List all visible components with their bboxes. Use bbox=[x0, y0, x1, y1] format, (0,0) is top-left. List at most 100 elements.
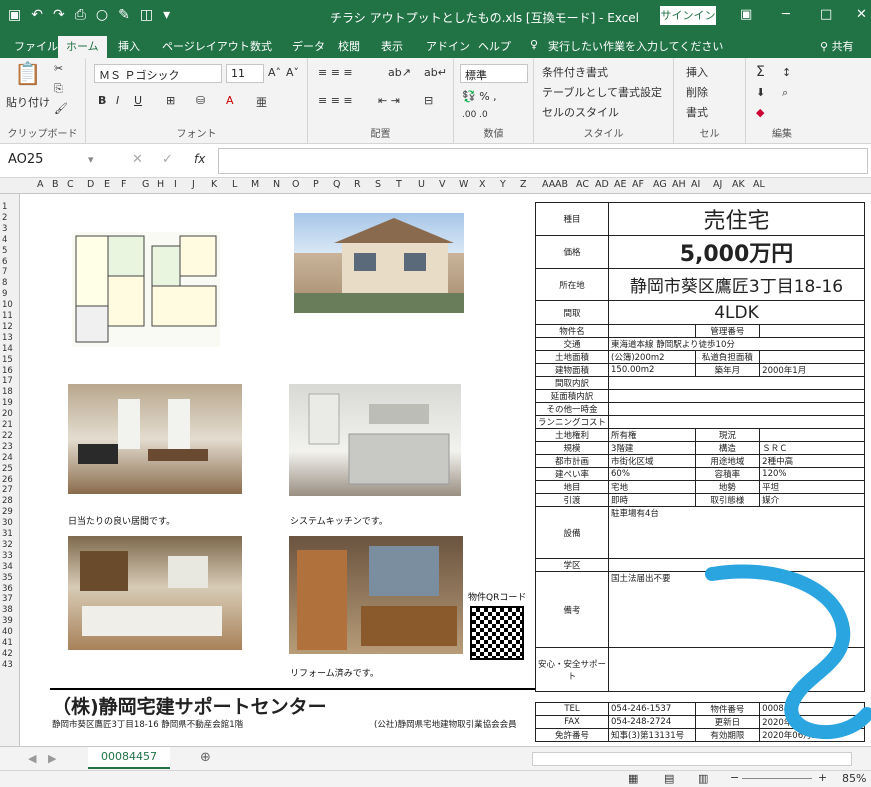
indent-icon[interactable]: ⇤ ⇥ bbox=[378, 94, 400, 107]
tab-file[interactable]: ファイル bbox=[14, 38, 58, 54]
column-header[interactable]: F bbox=[121, 179, 126, 190]
cancel-icon[interactable]: ✕ bbox=[132, 152, 143, 167]
share-button[interactable]: ⚲ 共有 bbox=[820, 38, 854, 54]
conditional-format-button[interactable]: 条件付き書式 bbox=[542, 64, 608, 80]
tab-insert[interactable]: 挿入 bbox=[118, 38, 140, 54]
circle-icon[interactable]: ○ bbox=[96, 7, 108, 23]
column-header[interactable]: W bbox=[459, 179, 468, 190]
enter-icon[interactable]: ✓ bbox=[162, 152, 173, 167]
column-header[interactable]: K bbox=[211, 179, 217, 190]
row-header[interactable]: 19 bbox=[2, 398, 13, 409]
row-header[interactable]: 31 bbox=[2, 529, 13, 540]
row-header[interactable]: 17 bbox=[2, 376, 13, 387]
column-header[interactable]: O bbox=[292, 179, 299, 190]
row-header[interactable]: 38 bbox=[2, 605, 13, 616]
column-header[interactable]: S bbox=[375, 179, 381, 190]
print-preview-icon[interactable]: ⎙ bbox=[75, 7, 86, 23]
zoom-out-icon[interactable]: − bbox=[730, 771, 739, 784]
format-as-table-button[interactable]: テーブルとして書式設定 bbox=[542, 84, 662, 100]
page-break-view-icon[interactable]: ▥ bbox=[698, 772, 708, 785]
border-icon[interactable]: ⊞ bbox=[166, 94, 175, 107]
column-header[interactable]: R bbox=[354, 179, 361, 190]
signin-button[interactable]: サインイン bbox=[660, 6, 716, 25]
column-header[interactable]: M bbox=[251, 179, 259, 190]
horizontal-scrollbar[interactable] bbox=[532, 752, 852, 766]
fill-icon[interactable]: ⬇ bbox=[756, 86, 765, 99]
column-header[interactable]: N bbox=[273, 179, 280, 190]
row-header[interactable]: 10 bbox=[2, 300, 13, 311]
row-header[interactable]: 22 bbox=[2, 431, 13, 442]
row-header[interactable]: 7 bbox=[2, 267, 7, 278]
currency-icon[interactable]: 💱 % , bbox=[462, 90, 497, 103]
tab-data[interactable]: データ bbox=[292, 38, 325, 54]
column-header[interactable]: AJ bbox=[713, 179, 722, 190]
row-header[interactable]: 30 bbox=[2, 518, 13, 529]
column-header[interactable]: C bbox=[67, 179, 74, 190]
phonetic-icon[interactable]: 亜 bbox=[256, 94, 267, 110]
column-header[interactable]: AB bbox=[555, 179, 568, 190]
prev-sheet-icon[interactable]: ◀ bbox=[28, 752, 36, 765]
row-header[interactable]: 4 bbox=[2, 235, 7, 246]
column-header[interactable]: AL bbox=[753, 179, 765, 190]
tell-me-input[interactable]: 実行したい作業を入力してください bbox=[548, 38, 723, 54]
increase-font-icon[interactable]: A˄ bbox=[268, 66, 281, 79]
row-header[interactable]: 3 bbox=[2, 224, 7, 235]
row-header[interactable]: 2 bbox=[2, 213, 7, 224]
row-header[interactable]: 9 bbox=[2, 289, 7, 300]
undo-icon[interactable]: ↶ bbox=[31, 7, 43, 23]
name-box[interactable]: AO25 bbox=[4, 150, 100, 172]
formula-input[interactable] bbox=[218, 148, 868, 174]
name-box-dropdown-icon[interactable]: ▾ bbox=[88, 153, 94, 166]
row-header[interactable]: 27 bbox=[2, 485, 13, 496]
column-header[interactable]: AI bbox=[691, 179, 700, 190]
column-header[interactable]: V bbox=[439, 179, 446, 190]
zoom-in-icon[interactable]: + bbox=[818, 771, 827, 784]
row-header[interactable]: 5 bbox=[2, 246, 7, 257]
maximize-button[interactable]: □ bbox=[820, 7, 832, 22]
row-header[interactable]: 35 bbox=[2, 573, 13, 584]
add-sheet-icon[interactable]: ⊕ bbox=[200, 750, 211, 765]
format-cells-button[interactable]: 書式 bbox=[686, 104, 708, 120]
cell-styles-button[interactable]: セルのスタイル bbox=[542, 104, 619, 120]
zoom-slider[interactable] bbox=[742, 778, 812, 779]
column-header[interactable]: T bbox=[396, 179, 402, 190]
column-header[interactable]: Q bbox=[333, 179, 340, 190]
row-header[interactable]: 15 bbox=[2, 355, 13, 366]
copy-icon[interactable]: ⎘ bbox=[54, 82, 63, 96]
font-color-icon[interactable]: A bbox=[226, 94, 234, 107]
decimal-icon[interactable]: .00 .0 bbox=[462, 110, 488, 120]
delete-cells-button[interactable]: 削除 bbox=[686, 84, 708, 100]
row-header[interactable]: 12 bbox=[2, 322, 13, 333]
row-header[interactable]: 28 bbox=[2, 496, 13, 507]
column-header[interactable]: AC bbox=[576, 179, 589, 190]
row-header[interactable]: 13 bbox=[2, 333, 13, 344]
column-header[interactable]: AD bbox=[595, 179, 609, 190]
row-header[interactable]: 6 bbox=[2, 257, 7, 268]
column-header[interactable]: Y bbox=[500, 179, 506, 190]
column-header[interactable]: AE bbox=[614, 179, 627, 190]
redo-icon[interactable]: ↷ bbox=[53, 7, 65, 23]
orientation-icon[interactable]: ab↗ bbox=[388, 66, 411, 79]
column-header[interactable]: G bbox=[142, 179, 149, 190]
column-header[interactable]: B bbox=[52, 179, 59, 190]
row-header[interactable]: 32 bbox=[2, 540, 13, 551]
sort-filter-icon[interactable]: ↕ bbox=[782, 66, 791, 79]
find-icon[interactable]: ⌕ bbox=[782, 86, 788, 100]
format-painter-brush-icon[interactable]: 🖌 bbox=[54, 102, 68, 115]
row-header[interactable]: 11 bbox=[2, 311, 13, 322]
minimize-button[interactable]: ─ bbox=[782, 7, 790, 22]
align-left-icon[interactable]: ≡ ≡ ≡ bbox=[318, 94, 353, 107]
column-header[interactable]: Z bbox=[520, 179, 527, 190]
row-header[interactable]: 24 bbox=[2, 453, 13, 464]
row-header[interactable]: 39 bbox=[2, 616, 13, 627]
row-header[interactable]: 33 bbox=[2, 551, 13, 562]
column-header[interactable]: J bbox=[192, 179, 195, 190]
column-header[interactable]: D bbox=[87, 179, 94, 190]
tab-formulas[interactable]: 数式 bbox=[250, 38, 272, 54]
column-header[interactable]: AH bbox=[672, 179, 686, 190]
column-header[interactable]: AK bbox=[732, 179, 745, 190]
tab-view[interactable]: 表示 bbox=[381, 38, 403, 54]
row-header[interactable]: 36 bbox=[2, 584, 13, 595]
next-sheet-icon[interactable]: ▶ bbox=[48, 752, 56, 765]
paste-button[interactable]: 貼り付け bbox=[6, 94, 50, 110]
